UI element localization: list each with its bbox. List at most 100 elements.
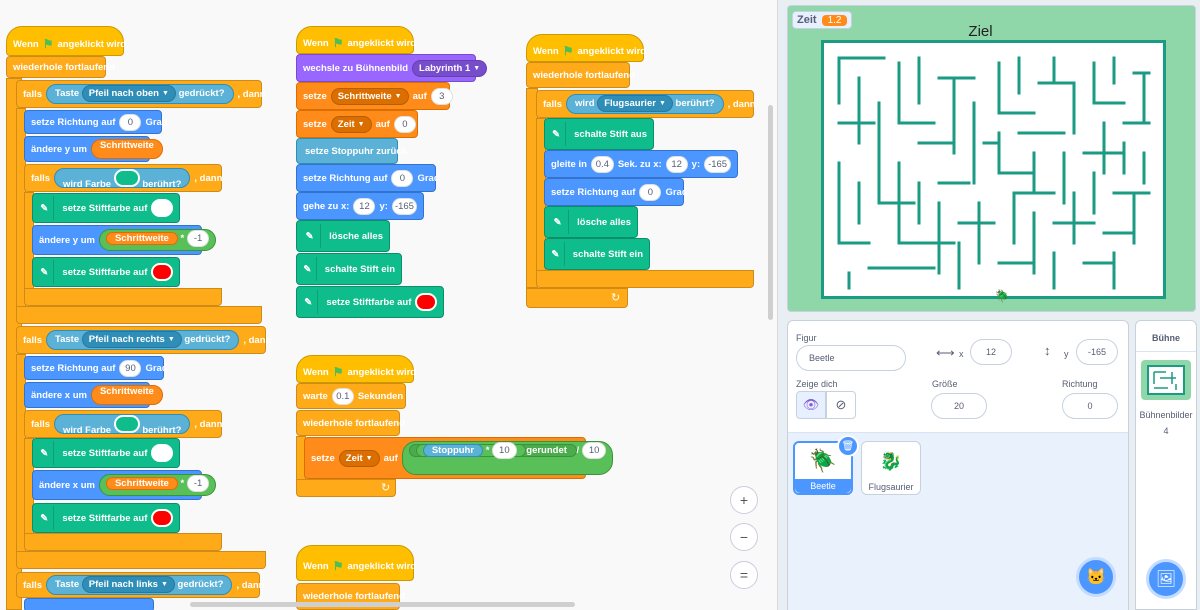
if-touching-sprite-block[interactable]: falls wird Flugsaurier ▼ berührt? , dann bbox=[536, 90, 756, 118]
set-pen-color-block[interactable]: ✎ setze Stiftfarbe auf bbox=[32, 193, 180, 223]
sprite-name-input[interactable]: Beetle bbox=[796, 345, 906, 371]
value-input[interactable]: 0 bbox=[393, 115, 416, 133]
set-variable-block[interactable]: setze Schrittweite ▼ auf 3 bbox=[296, 82, 453, 110]
direction-input[interactable]: 0 bbox=[639, 183, 662, 201]
point-direction-block[interactable]: setze Richtung auf 0 Grad bbox=[296, 164, 440, 192]
divide-operator[interactable]: Stoppuhr * 10 gerundet / 10 bbox=[401, 441, 614, 475]
multiply-operator[interactable]: Stoppuhr * 10 bbox=[415, 442, 527, 459]
point-direction-block[interactable]: setze Richtung auf 90 Grad bbox=[24, 356, 168, 380]
touching-sprite-sensor[interactable]: wird Flugsaurier ▼ berührt? bbox=[566, 94, 724, 114]
show-button[interactable]: 👁 bbox=[796, 391, 826, 419]
motion-block-partial[interactable] bbox=[24, 598, 154, 610]
set-variable-block[interactable]: setze Zeit ▼ auf 0 bbox=[296, 110, 418, 138]
round-operator[interactable]: Stoppuhr * 10 gerundet bbox=[408, 442, 577, 459]
touching-color-sensor[interactable]: wird Farbe berührt? bbox=[54, 414, 191, 436]
y-input[interactable]: -165 bbox=[1076, 339, 1118, 365]
color-picker[interactable] bbox=[151, 263, 173, 281]
direction-input[interactable]: 0 bbox=[391, 169, 414, 187]
variable-dropdown[interactable]: Schrittweite ▼ bbox=[330, 87, 409, 105]
seconds-input[interactable]: 0.4 bbox=[590, 155, 614, 173]
when-flag-clicked-hat[interactable]: Wenn ⚑ angeklickt wird bbox=[296, 26, 416, 54]
delete-sprite-button[interactable]: 🗑 bbox=[837, 435, 859, 457]
key-pressed-sensor[interactable]: Taste Pfeil nach rechts ▼ gedrückt? bbox=[46, 330, 240, 350]
hide-button[interactable]: ⊘ bbox=[826, 391, 856, 419]
when-flag-clicked-hat[interactable]: Wenn ⚑ angeklickt wird bbox=[296, 545, 416, 581]
pen-down-block[interactable]: ✎ schalte Stift ein bbox=[296, 253, 402, 285]
sprite-tile-beetle[interactable]: 🪲 Beetle 🗑 bbox=[793, 435, 859, 495]
pen-clear-block[interactable]: ✎ lösche alles bbox=[296, 220, 390, 252]
value-input[interactable]: 3 bbox=[430, 87, 453, 105]
color-picker[interactable] bbox=[151, 509, 173, 527]
set-pen-color-block[interactable]: ✎ setze Stiftfarbe auf bbox=[32, 503, 180, 533]
zoom-in-button[interactable]: + bbox=[730, 486, 758, 514]
x-input[interactable]: 12 bbox=[353, 197, 376, 215]
factor-input[interactable]: -1 bbox=[186, 230, 210, 247]
zoom-out-button[interactable]: − bbox=[730, 523, 758, 551]
color-picker[interactable] bbox=[113, 169, 140, 187]
set-time-block[interactable]: setze Zeit ▼ auf Stoppuhr * 10 gerundet /… bbox=[304, 437, 614, 479]
when-flag-clicked-hat[interactable]: Wenn ⚑ angeklickt wird bbox=[526, 34, 646, 62]
size-input[interactable]: 20 bbox=[931, 393, 987, 419]
wait-block[interactable]: warte 0.1 Sekunden bbox=[296, 383, 406, 409]
seconds-input[interactable]: 0.1 bbox=[331, 387, 354, 405]
color-picker[interactable] bbox=[415, 293, 437, 311]
if-key-right-block[interactable]: falls Taste Pfeil nach rechts ▼ gedrückt?… bbox=[16, 326, 271, 354]
color-picker[interactable] bbox=[113, 415, 140, 433]
color-picker[interactable] bbox=[151, 444, 173, 462]
timer-reporter[interactable]: Stoppuhr bbox=[422, 444, 484, 457]
key-dropdown[interactable]: Pfeil nach rechts ▼ bbox=[81, 331, 182, 348]
set-pen-color-block[interactable]: ✎ setze Stiftfarbe auf bbox=[296, 286, 444, 318]
add-sprite-button[interactable]: 🐱 bbox=[1076, 557, 1116, 597]
multiply-operator[interactable]: Schrittweite * -1 bbox=[98, 229, 217, 251]
vertical-scrollbar[interactable] bbox=[768, 105, 773, 320]
if-touching-color-block[interactable]: falls wird Farbe berührt? , dann bbox=[24, 410, 222, 438]
when-flag-clicked-hat[interactable]: Wenn ⚑ angeklickt wird bbox=[6, 26, 126, 56]
change-x-back-block[interactable]: ändere x um Schrittweite * -1 bbox=[32, 470, 217, 500]
variable-reporter[interactable]: Schrittweite bbox=[105, 232, 178, 245]
if-key-up-block[interactable]: falls Taste Pfeil nach oben ▼ gedrückt? ,… bbox=[16, 80, 266, 108]
pen-down-block[interactable]: ✎ schalte Stift ein bbox=[544, 238, 650, 270]
stage-selector[interactable]: Bühne Bühnenbilder 4 🖼 bbox=[1135, 320, 1197, 610]
change-x-block[interactable]: ändere x um Schrittweite bbox=[24, 382, 163, 408]
backdrop-dropdown[interactable]: Labyrinth 1 ▼ bbox=[412, 59, 488, 77]
stage-thumbnail[interactable] bbox=[1141, 360, 1191, 400]
set-pen-color-block[interactable]: ✎ setze Stiftfarbe auf bbox=[32, 438, 180, 468]
change-y-block[interactable]: ändere y um Schrittweite bbox=[24, 136, 163, 162]
key-dropdown[interactable]: Pfeil nach oben ▼ bbox=[81, 85, 176, 102]
reset-timer-block[interactable]: setze Stoppuhr zurück bbox=[296, 138, 407, 164]
color-picker[interactable] bbox=[151, 199, 173, 217]
x-input[interactable]: 12 bbox=[665, 155, 688, 173]
change-y-back-block[interactable]: ändere y um Schrittweite * -1 bbox=[32, 225, 217, 255]
variable-reporter[interactable]: Schrittweite bbox=[105, 477, 178, 490]
variable-reporter[interactable]: Schrittweite bbox=[90, 385, 163, 405]
factor-input[interactable]: 10 bbox=[492, 442, 517, 459]
go-to-xy-block[interactable]: gehe zu x: 12 y: -165 bbox=[296, 192, 424, 220]
switch-backdrop-block[interactable]: wechsle zu Bühnenbild Labyrinth 1 ▼ bbox=[296, 54, 488, 82]
forever-block[interactable]: wiederhole fortlaufend bbox=[6, 56, 115, 78]
direction-input[interactable]: 90 bbox=[119, 359, 142, 377]
stage[interactable]: Zeit 1.2 Ziel 🪲 bbox=[787, 5, 1196, 312]
direction-input[interactable]: 0 bbox=[1062, 393, 1118, 419]
horizontal-scrollbar[interactable] bbox=[190, 602, 575, 607]
beetle-sprite[interactable]: 🪲 bbox=[995, 289, 1010, 303]
set-pen-color-block[interactable]: ✎ setze Stiftfarbe auf bbox=[32, 257, 180, 287]
multiply-operator[interactable]: Schrittweite * -1 bbox=[98, 474, 217, 496]
point-direction-block[interactable]: setze Richtung auf 0 Grad bbox=[544, 178, 688, 206]
add-backdrop-button[interactable]: 🖼 bbox=[1146, 559, 1186, 599]
zoom-reset-button[interactable]: = bbox=[730, 561, 758, 589]
key-pressed-sensor[interactable]: Taste Pfeil nach oben ▼ gedrückt? bbox=[46, 84, 234, 104]
sprite-dropdown[interactable]: Flugsaurier ▼ bbox=[597, 95, 673, 112]
factor-input[interactable]: -1 bbox=[186, 475, 210, 492]
if-key-left-block[interactable]: falls Taste Pfeil nach links ▼ gedrückt? … bbox=[16, 572, 264, 598]
glide-block[interactable]: gleite in 0.4 Sek. zu x: 12 y: -165 bbox=[544, 150, 738, 178]
variable-dropdown[interactable]: Zeit ▼ bbox=[330, 115, 372, 133]
direction-input[interactable]: 0 bbox=[119, 113, 142, 131]
touching-color-sensor[interactable]: wird Farbe berührt? bbox=[54, 168, 191, 190]
y-input[interactable]: -165 bbox=[391, 197, 417, 215]
sprite-tile-flugsaurier[interactable]: 🐉 Flugsaurier bbox=[861, 441, 921, 495]
variable-dropdown[interactable]: Zeit ▼ bbox=[338, 449, 380, 467]
y-input[interactable]: -165 bbox=[704, 155, 731, 173]
if-touching-color-block[interactable]: falls wird Farbe berührt? , dann bbox=[24, 164, 222, 192]
code-area[interactable]: Wenn ⚑ angeklickt wird wiederhole fortla… bbox=[0, 0, 778, 610]
when-flag-clicked-hat[interactable]: Wenn ⚑ angeklickt wird bbox=[296, 355, 416, 383]
